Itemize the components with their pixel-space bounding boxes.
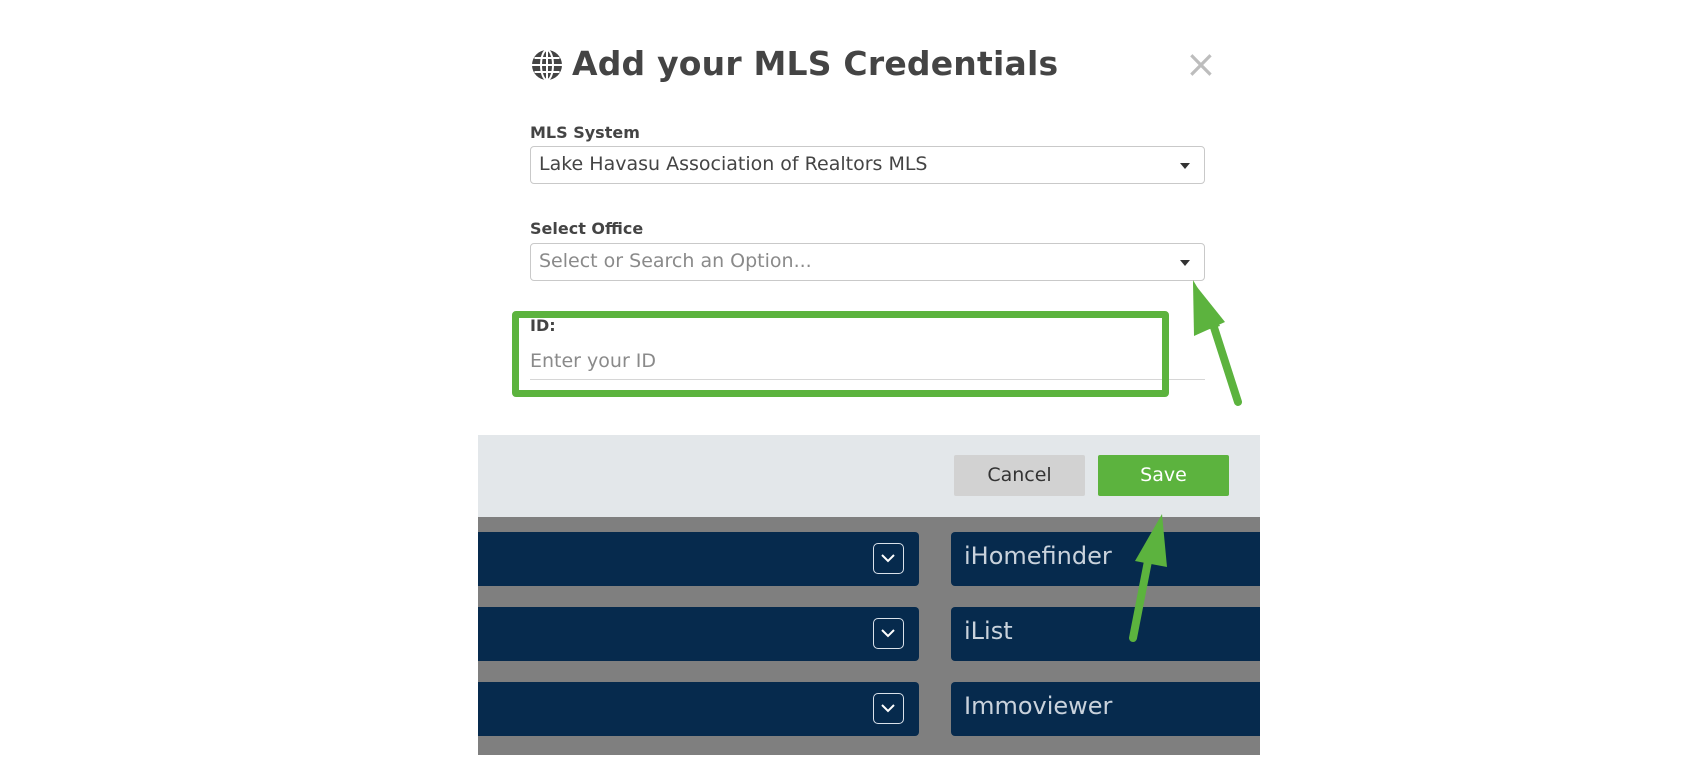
- modal-title: Add your MLS Credentials: [572, 44, 1059, 83]
- save-button[interactable]: Save: [1098, 455, 1229, 496]
- vendor-row[interactable]: Immoviewer: [951, 682, 1260, 736]
- id-input[interactable]: [530, 343, 1205, 380]
- expand-toggle[interactable]: [873, 618, 904, 649]
- vendor-label: Immoviewer: [964, 692, 1113, 720]
- select-office-label: Select Office: [530, 219, 644, 238]
- vendor-row[interactable]: iList: [951, 607, 1260, 661]
- expand-toggle[interactable]: [873, 543, 904, 574]
- background-list: iHomefinder iList Immoviewer: [478, 517, 1260, 755]
- screen: Add your MLS Credentials × MLS System La…: [0, 0, 1705, 775]
- close-button[interactable]: ×: [1185, 44, 1217, 84]
- chevron-down-icon: [881, 704, 895, 713]
- vendor-label: iList: [964, 617, 1013, 645]
- expand-toggle[interactable]: [873, 693, 904, 724]
- list-row[interactable]: [478, 532, 919, 586]
- mls-system-value: Lake Havasu Association of Realtors MLS: [539, 153, 928, 175]
- cancel-button[interactable]: Cancel: [954, 455, 1085, 496]
- modal-footer: Cancel Save: [478, 435, 1260, 517]
- chevron-down-icon: [881, 554, 895, 563]
- vendor-label: iHomefinder: [964, 542, 1112, 570]
- id-label: ID:: [530, 316, 556, 335]
- globe-icon: [532, 49, 562, 81]
- select-office-select[interactable]: Select or Search an Option...: [530, 243, 1205, 281]
- select-office-placeholder: Select or Search an Option...: [539, 250, 812, 272]
- mls-credentials-modal: Add your MLS Credentials × MLS System La…: [478, 0, 1260, 435]
- caret-down-icon: [1180, 163, 1190, 169]
- chevron-down-icon: [881, 629, 895, 638]
- mls-system-label: MLS System: [530, 123, 640, 142]
- mls-system-select[interactable]: Lake Havasu Association of Realtors MLS: [530, 146, 1205, 184]
- list-row[interactable]: [478, 607, 919, 661]
- vendor-row[interactable]: iHomefinder: [951, 532, 1260, 586]
- modal-header: Add your MLS Credentials: [530, 42, 1210, 92]
- caret-down-icon: [1180, 260, 1190, 266]
- list-row[interactable]: [478, 682, 919, 736]
